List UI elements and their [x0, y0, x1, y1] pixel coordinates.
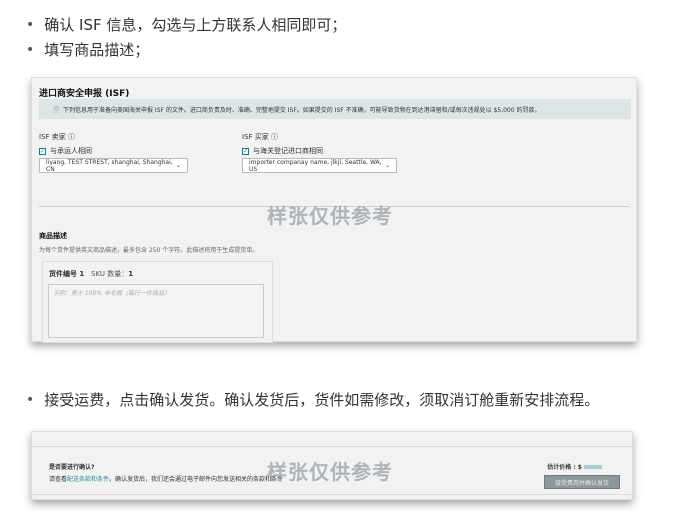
confirm-screenshot: 是否要进行确认? 请查看配送条款和条件。确认发货后，我们还会通过电子邮件向您发送…: [31, 431, 633, 500]
chevron-down-icon: ⌄: [175, 162, 181, 169]
description-textarea[interactable]: 示例：男士 100% 羊毛裤（每行一件商品）: [48, 284, 264, 338]
confirm-question: 是否要进行确认?: [49, 464, 95, 471]
checkbox-icon[interactable]: ✓: [242, 147, 249, 155]
bullet-confirm: • 接受运费，点击确认发货。确认发货后，货件如需修改，须取消订舱重新安排流程。: [26, 391, 600, 409]
buyer-select[interactable]: importer companay name, jlkjl, Seattle, …: [242, 158, 397, 173]
checkbox-icon[interactable]: ✓: [39, 147, 46, 155]
isf-title: 进口商安全申报 (ISF): [39, 89, 130, 99]
bullet-text: 确认 ISF 信息，勾选与上方联系人相同即可；: [44, 16, 347, 34]
bullet-text: 填写商品描述；: [44, 41, 150, 59]
info-icon: ⓘ: [271, 133, 278, 141]
seller-label: ISF 卖家 ⓘ: [39, 133, 75, 141]
divider: [32, 494, 632, 495]
bullet-desc: • 填写商品描述；: [26, 41, 150, 59]
terms-link[interactable]: 配送条款和条件: [67, 476, 109, 483]
buyer-label: ISF 买家 ⓘ: [242, 133, 278, 141]
accept-confirm-button[interactable]: 接受费用并确认发货: [544, 475, 620, 489]
seller-select[interactable]: liyang, TEST STREST, shanghai, Shanghai,…: [39, 158, 188, 173]
price-label: 估计价格 : $: [547, 462, 602, 471]
isf-screenshot: 进口商安全申报 (ISF) ⓘ 下列信息用于准备向美国海关申报 ISF 的文件。进…: [31, 77, 637, 343]
shipment-box: 货件编号 1 SKU 数量：1 示例：男士 100% 羊毛裤（每行一件商品）: [42, 261, 273, 343]
confirm-text: 请查看配送条款和条件。确认发货后，我们还会通过电子邮件向您发送相关的条款和条件: [49, 476, 284, 483]
divider: [32, 446, 632, 447]
desc-title: 商品描述: [39, 232, 67, 240]
watermark: 样张仅供参考: [267, 460, 393, 484]
bullet-isf: • 确认 ISF 信息，勾选与上方联系人相同即可；: [26, 16, 347, 34]
desc-hint: 为每个货件提供英文商品描述，最多包含 250 个字符。此描述将用于生成提货单。: [39, 247, 259, 254]
watermark: 样张仅供参考: [267, 204, 393, 228]
info-icon: ⓘ: [53, 106, 60, 114]
bullet-text: 接受运费，点击确认发货。确认发货后，货件如需修改，须取消订舱重新安排流程。: [44, 391, 600, 409]
info-text: 下列信息用于准备向美国海关申报 ISF 的文件。进口商负责及时、准确、完整地提交…: [63, 106, 541, 114]
info-banner: ⓘ 下列信息用于准备向美国海关申报 ISF 的文件。进口商负责及时、准确、完整地提…: [39, 99, 631, 119]
chevron-down-icon: ⌄: [384, 162, 390, 169]
shipment-header: 货件编号 1 SKU 数量：1: [49, 270, 134, 278]
info-icon: ⓘ: [68, 133, 75, 141]
seller-checkbox[interactable]: ✓ 与承运人相同: [39, 146, 92, 156]
buyer-checkbox[interactable]: ✓ 与海关登记进口商相同: [242, 146, 323, 156]
